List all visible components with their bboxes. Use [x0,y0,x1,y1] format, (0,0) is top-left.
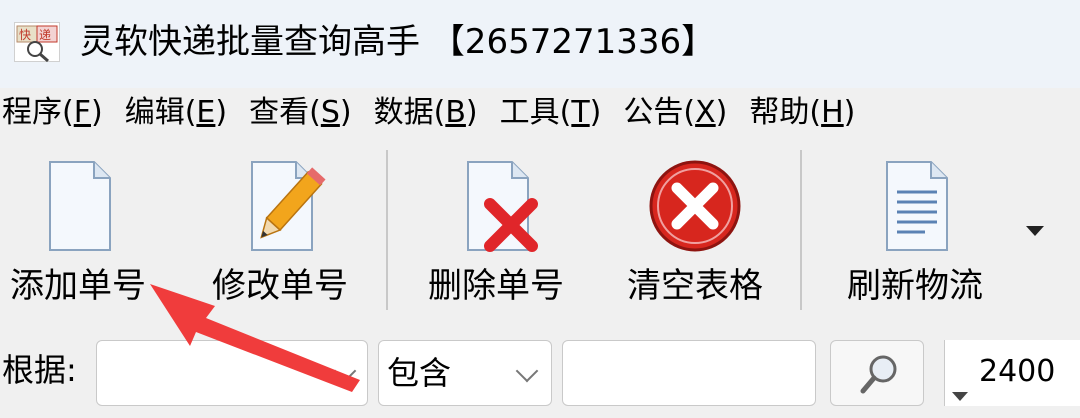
clear-table-button[interactable]: 清空表格 [622,154,768,314]
menu-data[interactable]: 数据(B) [374,88,486,138]
count-value: 2400 [979,354,1056,389]
menu-bar: 程序(F) 编辑(E) 查看(S) 数据(B) 工具(T) 公告(X) 帮助(H… [0,88,1080,138]
text-document-icon [865,154,965,254]
search-button[interactable] [830,340,924,406]
chevron-down-icon [333,359,357,383]
add-number-button[interactable]: 添加单号 [8,154,148,314]
edit-number-button[interactable]: 修改单号 [210,154,350,314]
refresh-logistics-button[interactable]: 刷新物流 [842,154,988,314]
toolbar: 添加单号 修改单号 删除单号 清空表格 刷新物流 [0,138,1080,318]
delete-number-button[interactable]: 删除单号 [426,154,566,314]
delete-number-label: 删除单号 [428,266,564,306]
svg-text:快: 快 [19,28,31,42]
delete-document-icon [446,154,546,254]
svg-text:递: 递 [39,28,51,42]
edit-number-label: 修改单号 [212,266,348,306]
filter-field-combobox[interactable] [96,340,368,406]
menu-edit[interactable]: 编辑(E) [125,88,235,138]
window-title: 灵软快递批量查询高手 【2657271336】 [80,22,716,62]
search-input[interactable] [562,340,816,406]
clear-x-circle-icon [645,154,745,254]
menu-announcement[interactable]: 公告(X) [623,88,735,138]
menu-program[interactable]: 程序(F) [0,88,111,138]
toolbar-separator [386,150,388,310]
add-number-label: 添加单号 [10,266,146,306]
menu-tools[interactable]: 工具(T) [500,88,610,138]
match-mode-combobox[interactable]: 包含 [378,340,552,406]
menu-help[interactable]: 帮助(H) [749,88,863,138]
edit-document-icon [230,154,330,254]
filter-row: 根据: 包含 2400 [0,318,1080,418]
toolbar-overflow-dropdown-icon[interactable] [1026,226,1044,236]
spin-down-icon[interactable] [952,392,968,401]
filter-label: 根据: [2,351,77,389]
match-mode-value: 包含 [387,354,452,392]
chevron-down-icon [515,359,539,383]
toolbar-separator [800,150,802,310]
app-logo-icon: 快 递 [14,22,60,63]
menu-view[interactable]: 查看(S) [249,88,359,138]
blank-document-icon [28,154,128,254]
title-bar: 快 递 灵软快递批量查询高手 【2657271336】 [0,0,1080,88]
refresh-logistics-label: 刷新物流 [847,266,983,306]
clear-table-label: 清空表格 [627,266,763,306]
magnifier-icon [860,355,897,394]
